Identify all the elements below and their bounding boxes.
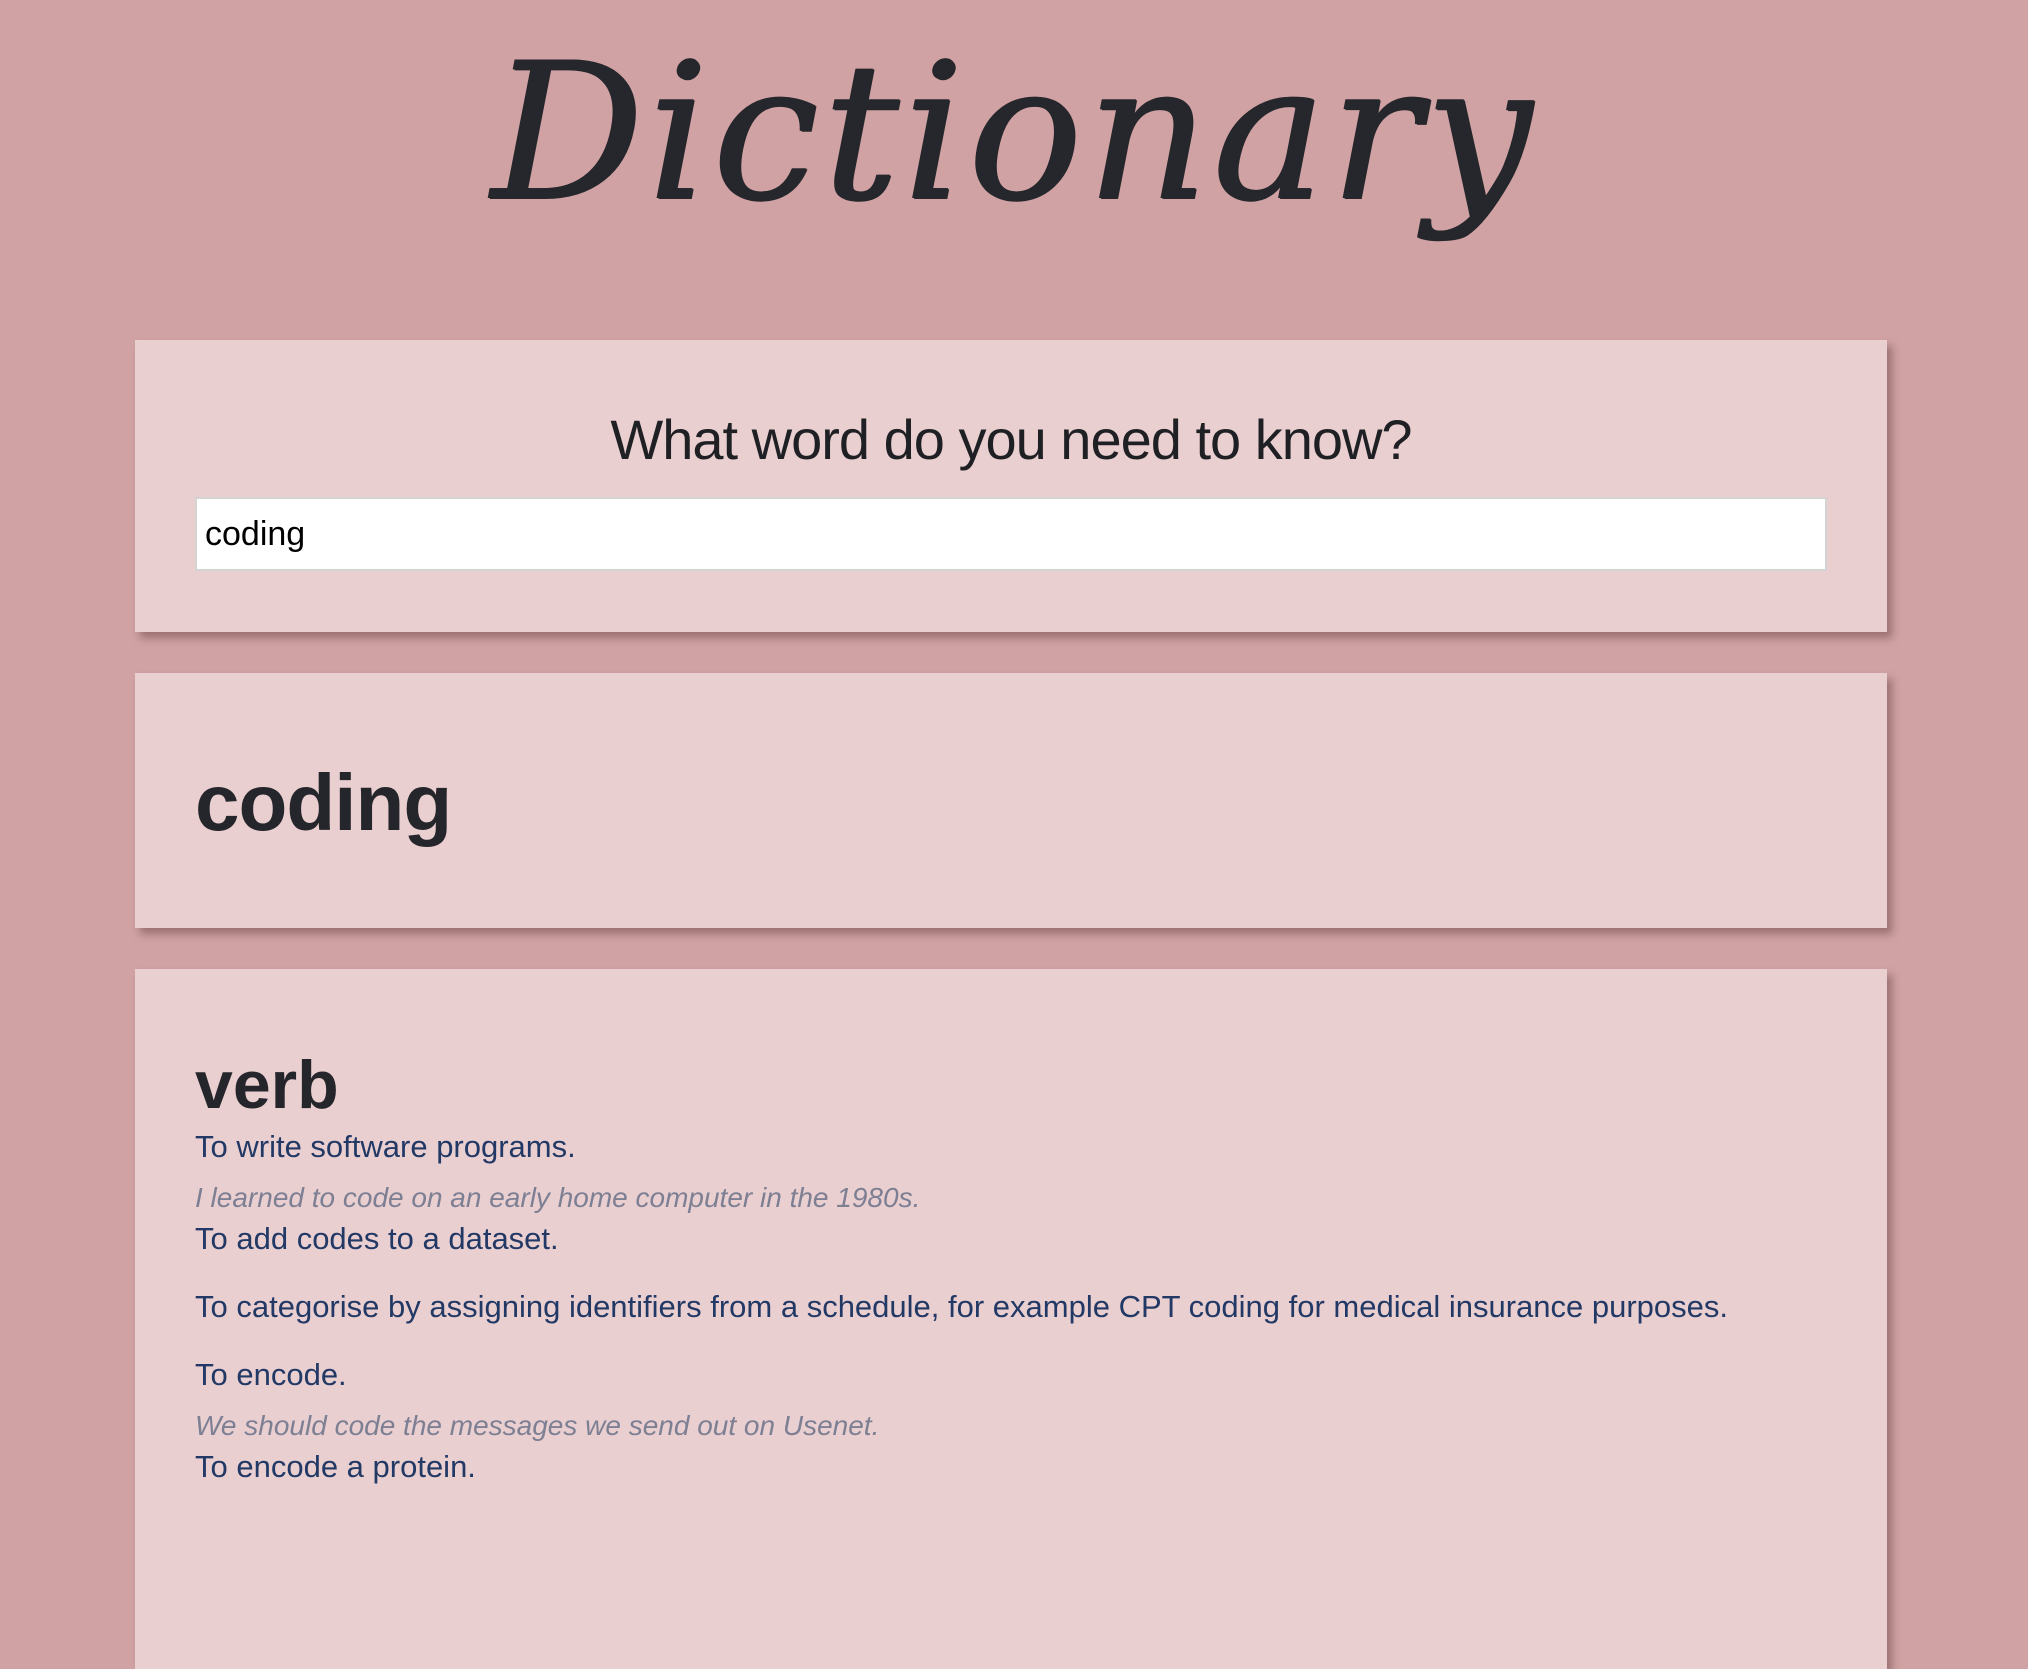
- part-of-speech-heading: verb: [195, 1047, 339, 1123]
- search-prompt: What word do you need to know?: [610, 408, 1412, 471]
- example-text: I learned to code on an early home compu…: [195, 1182, 921, 1213]
- meaning-card: verb To write software programs. I learn…: [135, 969, 1887, 1669]
- definition-text: To categorise by assigning identifiers f…: [195, 1289, 1728, 1324]
- example-text: We should code the messages we send out …: [195, 1410, 880, 1441]
- word-heading: coding: [195, 758, 452, 847]
- definition-text: To encode a protein.: [195, 1449, 476, 1484]
- definition-text: To write software programs.: [195, 1129, 576, 1164]
- definition-list: To write software programs. I learned to…: [195, 1125, 1855, 1513]
- word-card: coding: [135, 673, 1887, 928]
- search-input[interactable]: [195, 497, 1827, 571]
- definition-text: To encode.: [195, 1357, 347, 1392]
- dictionary-logo: Dictionary: [491, 22, 1537, 243]
- search-card: What word do you need to know?: [135, 340, 1887, 632]
- definition-text: To add codes to a dataset.: [195, 1221, 559, 1256]
